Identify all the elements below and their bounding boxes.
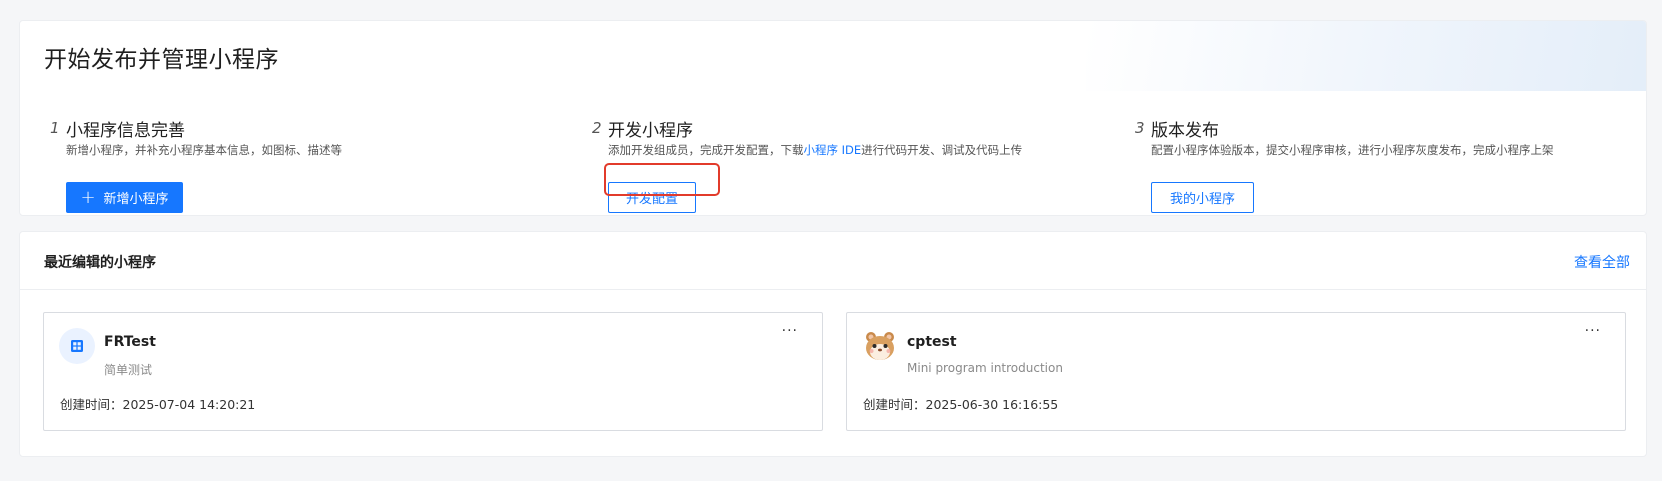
step-description: 添加开发组成员，完成开发配置，下载小程序 IDE进行代码开发、调试及代码上传: [608, 142, 1022, 158]
add-miniprogram-button[interactable]: + 新增小程序: [66, 182, 183, 213]
step-description-text: 添加开发组成员，完成开发配置，下载: [608, 143, 804, 157]
getting-started-panel: 开始发布并管理小程序 1 小程序信息完善 新增小程序，并补充小程序基本信息，如图…: [19, 20, 1647, 216]
recent-miniprograms-panel: 最近编辑的小程序 查看全部 FRTest 简单测试 创建时间：2025-07-0…: [19, 231, 1647, 457]
step-description: 新增小程序，并补充小程序基本信息，如图标、描述等: [66, 143, 342, 157]
step-description-text: 进行代码开发、调试及代码上传: [861, 143, 1023, 157]
my-miniprograms-button[interactable]: 我的小程序: [1151, 182, 1254, 213]
view-all-link[interactable]: 查看全部: [1574, 252, 1630, 272]
card-description: Mini program introduction: [907, 361, 1063, 375]
app-grid-icon: [59, 328, 95, 364]
card-created-time: 创建时间：2025-07-04 14:20:21: [60, 397, 256, 412]
step-title: 开发小程序: [608, 121, 693, 141]
hamster-avatar-icon: [862, 328, 898, 364]
plus-icon: +: [80, 186, 96, 208]
more-options-icon[interactable]: ···: [782, 323, 798, 339]
button-label: 新增小程序: [103, 192, 169, 207]
step-description: 配置小程序体验版本，提交小程序审核，进行小程序灰度发布，完成小程序上架: [1151, 143, 1554, 157]
recent-header: 最近编辑的小程序 查看全部: [20, 232, 1646, 290]
ide-download-link[interactable]: 小程序 IDE: [804, 143, 862, 157]
step-title: 版本发布: [1151, 121, 1219, 141]
card-name: FRTest: [104, 334, 156, 350]
step-number: 1: [50, 119, 60, 137]
recent-title: 最近编辑的小程序: [44, 255, 156, 271]
card-created-time: 创建时间：2025-06-30 16:16:55: [863, 397, 1059, 412]
more-options-icon[interactable]: ···: [1585, 323, 1601, 339]
step-number: 2: [592, 119, 602, 137]
dev-config-button[interactable]: 开发配置: [608, 182, 696, 213]
step-title: 小程序信息完善: [66, 121, 185, 141]
miniprogram-card-frtest[interactable]: FRTest 简单测试 创建时间：2025-07-04 14:20:21 ···: [43, 312, 823, 431]
card-name: cptest: [907, 334, 957, 350]
card-description: 简单测试: [104, 363, 153, 377]
step-number: 3: [1135, 119, 1145, 137]
miniprogram-card-cptest[interactable]: cptest Mini program introduction 创建时间：20…: [846, 312, 1626, 431]
page-title: 开始发布并管理小程序: [44, 47, 279, 73]
